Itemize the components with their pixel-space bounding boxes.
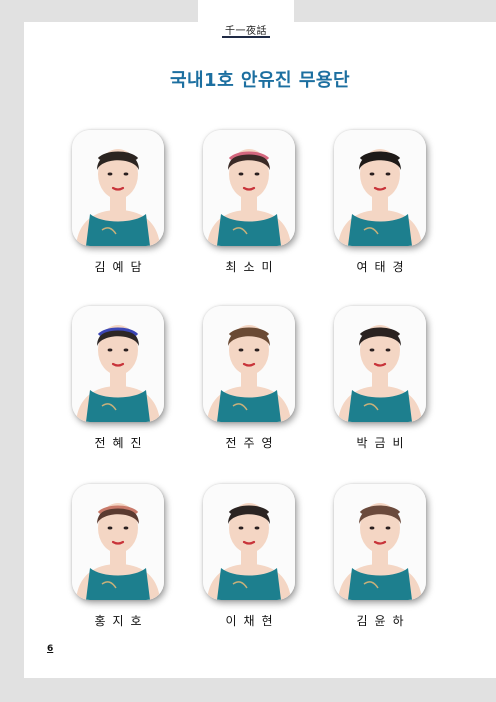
- member-card: 홍지호: [63, 484, 173, 644]
- member-card: 최소미: [194, 130, 304, 290]
- member-card: 이채현: [194, 484, 304, 644]
- member-name: 전혜진: [94, 436, 149, 450]
- member-name: 홍지호: [94, 614, 149, 628]
- member-portrait: [334, 306, 426, 422]
- member-name: 박금비: [356, 436, 411, 450]
- member-portrait: [203, 130, 295, 246]
- page-number: 6: [47, 644, 54, 654]
- member-portrait: [334, 484, 426, 600]
- member-portrait: [203, 306, 295, 422]
- member-portrait: [334, 130, 426, 246]
- member-card: 전혜진: [63, 306, 173, 466]
- member-card: 박금비: [325, 306, 435, 466]
- member-card: 김윤하: [325, 484, 435, 644]
- member-portrait: [72, 306, 164, 422]
- page-title: 국내1호 안유진 무용단: [169, 70, 351, 91]
- member-card: 전주영: [194, 306, 304, 466]
- member-name: 김윤하: [356, 614, 411, 628]
- member-card: 여태경: [325, 130, 435, 290]
- member-name: 전주영: [225, 436, 280, 450]
- member-name: 최소미: [225, 260, 280, 274]
- member-portrait: [203, 484, 295, 600]
- member-card: 김예담: [63, 130, 173, 290]
- member-portrait: [72, 130, 164, 246]
- header-underline: [222, 36, 270, 38]
- member-name: 이채현: [225, 614, 280, 628]
- member-name: 여태경: [356, 260, 411, 274]
- member-portrait: [72, 484, 164, 600]
- running-header: 千一夜話: [225, 26, 267, 37]
- member-name: 김예담: [94, 260, 149, 274]
- header-tab: [198, 0, 294, 22]
